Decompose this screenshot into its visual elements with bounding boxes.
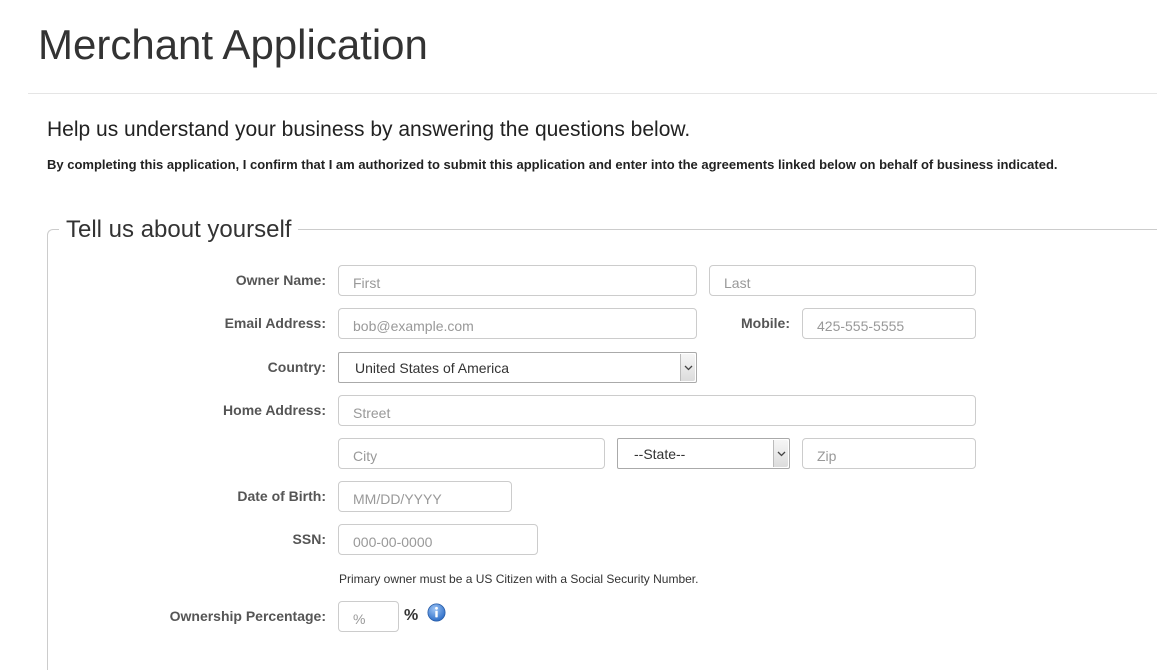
email-label: Email Address: bbox=[224, 315, 326, 331]
ssn-label: SSN: bbox=[292, 531, 326, 547]
owner-last-name-input[interactable] bbox=[709, 265, 976, 296]
country-select[interactable]: United States of America bbox=[338, 352, 697, 383]
state-selected-value: --State-- bbox=[634, 446, 686, 462]
mobile-label: Mobile: bbox=[741, 315, 790, 331]
street-input[interactable] bbox=[338, 395, 976, 426]
chevron-down-icon bbox=[773, 440, 788, 467]
owner-first-name-input[interactable] bbox=[338, 265, 697, 296]
confirmation-text: By completing this application, I confir… bbox=[47, 157, 1058, 172]
dob-input[interactable] bbox=[338, 481, 512, 512]
ownership-percentage-input[interactable] bbox=[338, 601, 399, 632]
home-address-label: Home Address: bbox=[223, 402, 326, 418]
chevron-down-icon bbox=[680, 354, 695, 381]
email-field[interactable] bbox=[338, 308, 697, 339]
fieldset-legend: Tell us about yourself bbox=[59, 215, 299, 245]
country-label: Country: bbox=[267, 359, 326, 375]
state-select[interactable]: --State-- bbox=[617, 438, 790, 469]
country-selected-value: United States of America bbox=[355, 360, 510, 376]
ssn-help-text: Primary owner must be a US Citizen with … bbox=[339, 572, 699, 586]
page-title: Merchant Application bbox=[38, 21, 428, 68]
city-input[interactable] bbox=[338, 438, 605, 469]
title-divider bbox=[28, 93, 1157, 94]
intro-heading: Help us understand your business by answ… bbox=[47, 118, 691, 141]
ssn-input[interactable] bbox=[338, 524, 538, 555]
percent-suffix: % bbox=[404, 607, 419, 624]
mobile-field[interactable] bbox=[802, 308, 976, 339]
ownership-label: Ownership Percentage: bbox=[169, 608, 326, 624]
dob-label: Date of Birth: bbox=[237, 488, 326, 504]
owner-name-label: Owner Name: bbox=[235, 272, 326, 288]
zip-input[interactable] bbox=[802, 438, 976, 469]
info-icon[interactable] bbox=[427, 603, 446, 622]
